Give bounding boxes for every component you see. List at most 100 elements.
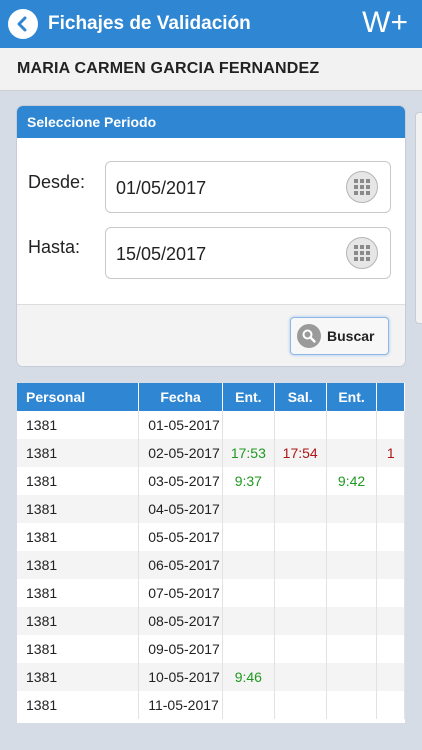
cell-exit-1 [274,551,327,579]
cell-entry-2: 9:42 [326,467,378,495]
from-label: Desde: [28,172,86,192]
table-row[interactable]: 1381 03-05-2017 9:37 9:42 [17,467,405,495]
cell-exit-1 [274,411,327,439]
cell-personal: 1381 [17,439,140,467]
to-date-value: 15/05/2017 [116,244,207,264]
cell-personal: 1381 [17,663,140,691]
cell-entry-1 [222,523,275,551]
cell-personal: 1381 [17,523,140,551]
cell-overflow [376,635,405,663]
chevron-left-icon [17,16,27,32]
from-date-value: 01/05/2017 [116,178,207,198]
column-header-ent-1[interactable]: Ent. [222,383,275,411]
cell-overflow [376,691,405,719]
to-date-field[interactable]: 15/05/2017 [105,227,391,279]
calendar-grid-icon [354,245,370,261]
cell-fecha: 02-05-2017 [138,439,223,467]
user-name: MARIA CARMEN GARCIA FERNANDEZ [17,60,320,77]
cell-fecha: 03-05-2017 [138,467,223,495]
from-calendar-button[interactable] [346,171,378,203]
cell-exit-1 [274,579,327,607]
table-row[interactable]: 1381 08-05-2017 [17,607,405,635]
cell-entry-2 [326,551,378,579]
cell-fecha: 10-05-2017 [138,663,223,691]
table-row[interactable]: 1381 01-05-2017 [17,411,405,439]
cell-fecha: 06-05-2017 [138,551,223,579]
column-header-sal-1[interactable]: Sal. [274,383,327,411]
cell-overflow [376,495,405,523]
cell-exit-1 [274,495,327,523]
table-row[interactable]: 1381 09-05-2017 [17,635,405,663]
to-calendar-button[interactable] [346,237,378,269]
period-card: Seleccione Periodo Desde: 01/05/2017 Has… [17,106,405,366]
calendar-grid-icon [354,179,370,195]
cell-entry-2 [326,495,378,523]
cell-entry-2 [326,439,378,467]
search-button-label: Buscar [327,328,375,344]
table-row[interactable]: 1381 06-05-2017 [17,551,405,579]
cell-entry-1 [222,579,275,607]
cell-entry-1 [222,495,275,523]
cell-personal: 1381 [17,635,140,663]
app-logo: W+ [362,6,408,39]
cell-entry-1: 9:46 [222,663,275,691]
side-panel-handle[interactable] [415,112,422,324]
cell-fecha: 05-05-2017 [138,523,223,551]
cell-overflow [376,607,405,635]
cell-fecha: 08-05-2017 [138,607,223,635]
cell-overflow [376,467,405,495]
cell-entry-1: 17:53 [222,439,275,467]
to-label: Hasta: [28,237,81,257]
column-header-fecha[interactable]: Fecha [138,383,223,411]
column-header-ent-2[interactable]: Ent. [326,383,378,411]
table-row[interactable]: 1381 10-05-2017 9:46 [17,663,405,691]
cell-entry-1 [222,691,275,719]
table-row[interactable]: 1381 05-05-2017 [17,523,405,551]
table-row[interactable]: 1381 02-05-2017 17:53 17:54 1 [17,439,405,467]
cell-personal: 1381 [17,411,140,439]
cell-personal: 1381 [17,607,140,635]
cell-entry-1 [222,635,275,663]
cell-exit-1 [274,523,327,551]
cell-entry-2 [326,635,378,663]
records-table[interactable]: Personal Fecha Ent. Sal. Ent. 1381 01-05-… [17,383,405,723]
cell-fecha: 01-05-2017 [138,411,223,439]
cell-entry-1 [222,551,275,579]
period-card-title: Seleccione Periodo [17,106,405,138]
cell-entry-1: 9:37 [222,467,275,495]
table-row[interactable]: 1381 11-05-2017 [17,691,405,719]
cell-entry-2 [326,411,378,439]
cell-personal: 1381 [17,495,140,523]
cell-exit-1 [274,607,327,635]
period-card-footer: Buscar [17,304,405,366]
cell-entry-2 [326,691,378,719]
cell-exit-1 [274,635,327,663]
from-date-field[interactable]: 01/05/2017 [105,161,391,213]
page-title: Fichajes de Validación [48,13,251,34]
cell-fecha: 07-05-2017 [138,579,223,607]
cell-exit-1 [274,467,327,495]
column-header-personal[interactable]: Personal [17,383,140,411]
cell-personal: 1381 [17,467,140,495]
cell-exit-1 [274,663,327,691]
table-row[interactable]: 1381 04-05-2017 [17,495,405,523]
cell-entry-2 [326,663,378,691]
cell-overflow: 1 [376,439,405,467]
cell-fecha: 09-05-2017 [138,635,223,663]
back-button[interactable] [8,9,38,39]
search-icon [297,324,321,348]
cell-entry-2 [326,523,378,551]
cell-fecha: 11-05-2017 [138,691,223,719]
cell-entry-2 [326,607,378,635]
cell-personal: 1381 [17,691,140,719]
cell-entry-1 [222,411,275,439]
cell-overflow [376,523,405,551]
table-row[interactable]: 1381 07-05-2017 [17,579,405,607]
user-bar: MARIA CARMEN GARCIA FERNANDEZ [0,48,422,91]
cell-exit-1: 17:54 [274,439,327,467]
search-button[interactable]: Buscar [290,317,389,355]
cell-overflow [376,663,405,691]
cell-fecha: 04-05-2017 [138,495,223,523]
cell-exit-1 [274,691,327,719]
cell-overflow [376,411,405,439]
